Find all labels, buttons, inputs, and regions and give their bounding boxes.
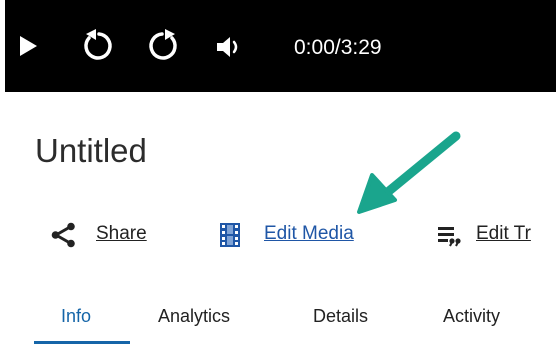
pointer-arrow-icon bbox=[357, 131, 461, 214]
